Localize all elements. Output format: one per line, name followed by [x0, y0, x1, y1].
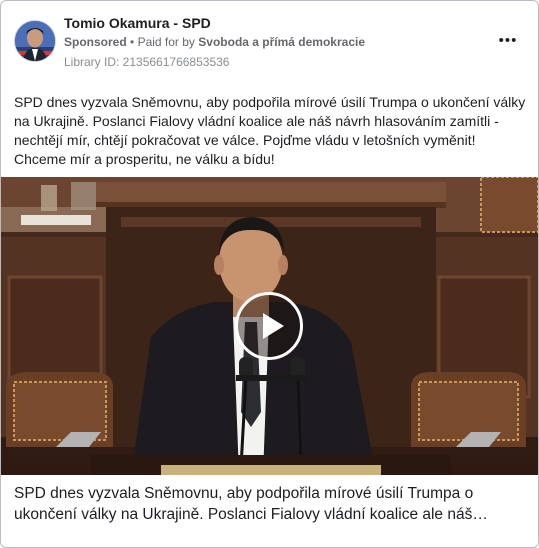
caption-line-1: SPD dnes vyzvala Sněmovnu, aby podpořila…	[14, 485, 474, 502]
meta-separator: •	[130, 35, 135, 49]
sponsored-label: Sponsored	[64, 35, 127, 49]
ad-body-text: SPD dnes vyzvala Sněmovnu, aby podpořila…	[14, 94, 526, 167]
more-options-button[interactable]: •••	[495, 31, 521, 51]
more-horizontal-icon: •••	[498, 32, 518, 49]
avatar-image	[15, 21, 55, 61]
ad-meta: Sponsored • Paid for by Svoboda a přímá …	[64, 35, 365, 49]
paid-for-label: Paid for by	[137, 35, 195, 49]
play-button[interactable]	[235, 292, 303, 360]
library-id: Library ID: 2135661766853536	[64, 55, 230, 69]
play-icon	[263, 313, 284, 339]
advertiser-name[interactable]: Svoboda a přímá demokracie	[198, 35, 365, 49]
page-avatar[interactable]	[14, 20, 56, 62]
caption-line-2: ukončení války na Ukrajině. Poslanci Fia…	[14, 506, 488, 523]
page-name[interactable]: Tomio Okamura - SPD	[64, 15, 211, 31]
video-player[interactable]	[1, 177, 538, 475]
video-caption: SPD dnes vyzvala Sněmovnu, aby podpořila…	[14, 483, 529, 525]
ad-header: Tomio Okamura - SPD Sponsored • Paid for…	[1, 1, 538, 81]
ad-card: Tomio Okamura - SPD Sponsored • Paid for…	[0, 0, 539, 548]
